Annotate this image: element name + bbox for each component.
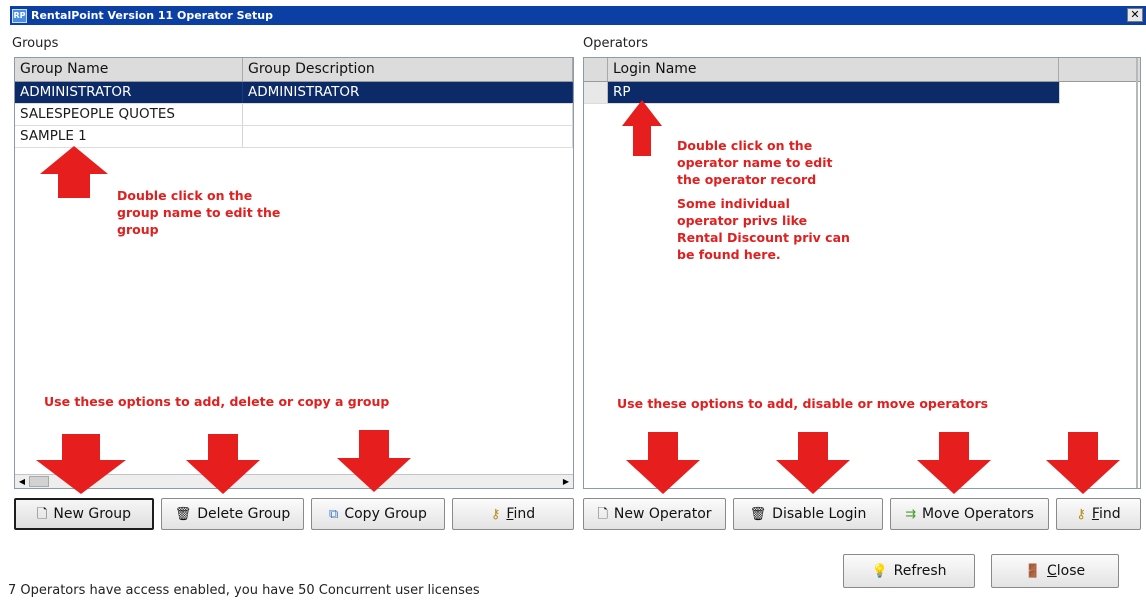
table-row[interactable]: SAMPLE 1 bbox=[15, 126, 573, 148]
scroll-left-icon[interactable]: ◀ bbox=[16, 476, 28, 487]
trash-icon: 🗑 bbox=[174, 506, 192, 522]
column-header-group-description[interactable]: Group Description bbox=[243, 58, 573, 81]
copy-group-button[interactable]: ⧉ Copy Group bbox=[311, 498, 445, 530]
column-header-login-name[interactable]: Login Name bbox=[608, 58, 1059, 81]
new-operator-button[interactable]: 🗋 New Operator bbox=[583, 498, 726, 530]
row-selector[interactable] bbox=[584, 82, 608, 103]
row-selector-header bbox=[584, 58, 608, 81]
copy-group-label: Copy Group bbox=[344, 506, 427, 522]
door-icon: 🚪 bbox=[1024, 563, 1042, 579]
new-group-button[interactable]: 🗋 New Group bbox=[14, 498, 154, 530]
annotation-operator-options: Use these options to add, disable or mov… bbox=[617, 396, 989, 411]
move-operators-button[interactable]: ⇉ Move Operators bbox=[890, 498, 1049, 530]
annotation-operator-edit: Double click on the operator name to edi… bbox=[677, 138, 833, 187]
annotation-operator-privs: Some individual operator privs like Rent… bbox=[677, 196, 850, 262]
group-description-cell[interactable] bbox=[243, 126, 573, 147]
scroll-right-icon[interactable]: ▶ bbox=[560, 476, 572, 487]
annotation-arrow-down-icon bbox=[36, 434, 126, 494]
operators-grid-header: Login Name bbox=[584, 58, 1140, 82]
move-operators-label: Move Operators bbox=[921, 506, 1034, 522]
groups-grid[interactable]: Group Name Group Description ADMINISTRAT… bbox=[14, 57, 574, 489]
annotation-arrow-down-icon bbox=[186, 434, 260, 494]
annotation-arrow-down-icon bbox=[1046, 432, 1120, 494]
table-row[interactable]: ADMINISTRATOR ADMINISTRATOR bbox=[15, 82, 573, 104]
login-name-cell[interactable]: RP bbox=[608, 82, 1060, 103]
disable-login-label: Disable Login bbox=[772, 506, 867, 522]
title-bar: RP RentalPoint Version 11 Operator Setup… bbox=[10, 6, 1146, 25]
window-title: RentalPoint Version 11 Operator Setup bbox=[31, 9, 273, 22]
groups-label: Groups bbox=[12, 36, 59, 51]
delete-group-button[interactable]: 🗑 Delete Group bbox=[161, 498, 304, 530]
group-name-cell[interactable]: SALESPEOPLE QUOTES bbox=[15, 104, 243, 125]
close-label: Close bbox=[1047, 563, 1086, 579]
annotation-arrow-down-icon bbox=[337, 430, 411, 492]
copy-icon: ⧉ bbox=[329, 506, 339, 522]
groups-grid-header: Group Name Group Description bbox=[15, 58, 573, 82]
new-group-label: New Group bbox=[53, 506, 132, 522]
find-operator-button[interactable]: ⚷ Find bbox=[1056, 498, 1141, 530]
disable-login-button[interactable]: 🗑 Disable Login bbox=[733, 498, 883, 530]
annotation-group-edit: Double click on the group name to edit t… bbox=[117, 188, 281, 237]
key-find-icon: ⚷ bbox=[490, 506, 501, 522]
annotation-arrow-down-icon bbox=[776, 432, 850, 494]
find-group-button[interactable]: ⚷ Find bbox=[452, 498, 574, 530]
page-icon: 🗋 bbox=[36, 506, 48, 522]
page-icon: 🗋 bbox=[597, 506, 608, 522]
refresh-label: Refresh bbox=[893, 563, 947, 579]
operators-grid[interactable]: Login Name RP bbox=[583, 57, 1141, 489]
table-row[interactable]: SALESPEOPLE QUOTES bbox=[15, 104, 573, 126]
move-icon: ⇉ bbox=[905, 506, 916, 522]
new-operator-label: New Operator bbox=[613, 506, 712, 522]
group-description-cell[interactable] bbox=[243, 104, 573, 125]
find-group-label: Find bbox=[506, 506, 536, 522]
group-name-cell[interactable]: ADMINISTRATOR bbox=[15, 82, 243, 103]
group-name-cell[interactable]: SAMPLE 1 bbox=[15, 126, 243, 147]
operators-scroll-edge bbox=[1136, 58, 1138, 488]
operators-label: Operators bbox=[583, 36, 648, 51]
find-operator-label: Find bbox=[1091, 506, 1121, 522]
group-description-cell[interactable]: ADMINISTRATOR bbox=[243, 82, 573, 103]
refresh-button[interactable]: 💡 Refresh bbox=[843, 554, 975, 588]
key-find-icon: ⚷ bbox=[1076, 506, 1086, 522]
annotation-group-options: Use these options to add, delete or copy… bbox=[44, 394, 390, 409]
close-button[interactable]: 🚪 Close bbox=[991, 554, 1119, 588]
lightbulb-icon: 💡 bbox=[871, 563, 888, 579]
window-close-button[interactable]: ✕ bbox=[1127, 8, 1143, 22]
annotation-arrow-down-icon bbox=[626, 432, 700, 494]
annotation-arrow-up-icon bbox=[622, 100, 662, 156]
delete-group-label: Delete Group bbox=[197, 506, 291, 522]
trash-icon: 🗑 bbox=[749, 506, 767, 522]
annotation-arrow-down-icon bbox=[917, 432, 991, 494]
annotation-arrow-up-icon bbox=[40, 146, 108, 198]
app-icon: RP bbox=[12, 8, 27, 23]
column-header-group-name[interactable]: Group Name bbox=[15, 58, 243, 81]
license-status-text: 7 Operators have access enabled, you hav… bbox=[8, 583, 480, 598]
